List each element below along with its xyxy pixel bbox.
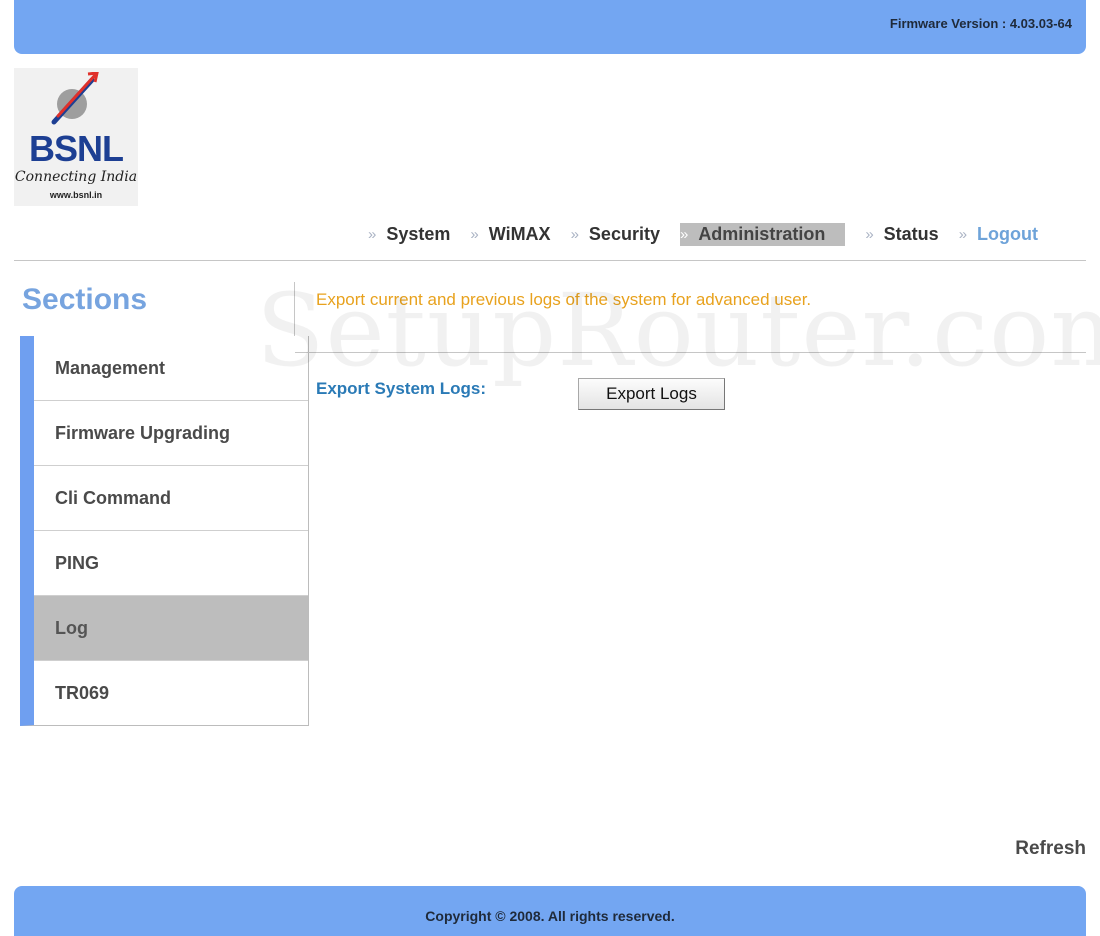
- sidebar-item-tr069[interactable]: TR069: [34, 660, 308, 725]
- firmware-version: Firmware Version : 4.03.03-64: [889, 16, 1072, 31]
- refresh-link[interactable]: Refresh: [1015, 838, 1086, 860]
- nav-separator: »: [958, 225, 968, 243]
- logo-tagline: Connecting India: [14, 169, 138, 185]
- sidebar-item-log[interactable]: Log: [34, 595, 308, 660]
- nav-separator: »: [570, 225, 579, 243]
- export-system-logs-label: Export System Logs:: [316, 379, 487, 398]
- sidebar-item-management[interactable]: Management: [34, 336, 308, 400]
- bsnl-logo: BSNL Connecting India www.bsnl.in: [14, 68, 138, 206]
- nav-label: Logout: [977, 223, 1039, 244]
- export-logs-button[interactable]: Export Logs: [578, 378, 725, 410]
- logo-brand: BSNL: [29, 128, 124, 169]
- sidebar-item-ping[interactable]: PING: [34, 530, 308, 595]
- nav-system[interactable]: » System: [368, 224, 450, 245]
- nav-security[interactable]: » Security: [571, 224, 660, 245]
- nav-separator: »: [679, 225, 689, 243]
- page-description: Export current and previous logs of the …: [316, 290, 812, 309]
- nav-label: WiMAX: [488, 223, 551, 244]
- footer-bar: Copyright © 2008. All rights reserved.: [14, 886, 1086, 936]
- logo-url: www.bsnl.in: [49, 190, 103, 200]
- nav-label: Status: [883, 223, 939, 244]
- nav-label: System: [386, 223, 451, 244]
- header-bar: Firmware Version : 4.03.03-64: [14, 0, 1086, 54]
- divider: [14, 260, 1086, 261]
- divider: [295, 352, 1086, 353]
- sections-title: Sections: [22, 283, 148, 316]
- nav-status[interactable]: » Status: [865, 224, 938, 245]
- bsnl-swoosh-icon: [51, 72, 99, 125]
- sidebar-item-cli-command[interactable]: Cli Command: [34, 465, 308, 530]
- sidebar-item-firmware-upgrading[interactable]: Firmware Upgrading: [34, 400, 308, 465]
- nav-label: Security: [588, 223, 660, 244]
- nav-separator: »: [865, 225, 874, 243]
- top-nav: » System » WiMAX » Security » Administra…: [368, 222, 1038, 246]
- nav-separator: »: [368, 225, 377, 243]
- sections-sidebar: Management Firmware Upgrading Cli Comman…: [20, 336, 309, 726]
- nav-wimax[interactable]: » WiMAX: [470, 224, 550, 245]
- nav-separator: »: [470, 225, 479, 243]
- nav-logout[interactable]: » Logout: [959, 224, 1038, 245]
- nav-label: Administration: [698, 223, 826, 244]
- nav-administration[interactable]: » Administration: [679, 222, 846, 246]
- content-divider: [294, 282, 295, 336]
